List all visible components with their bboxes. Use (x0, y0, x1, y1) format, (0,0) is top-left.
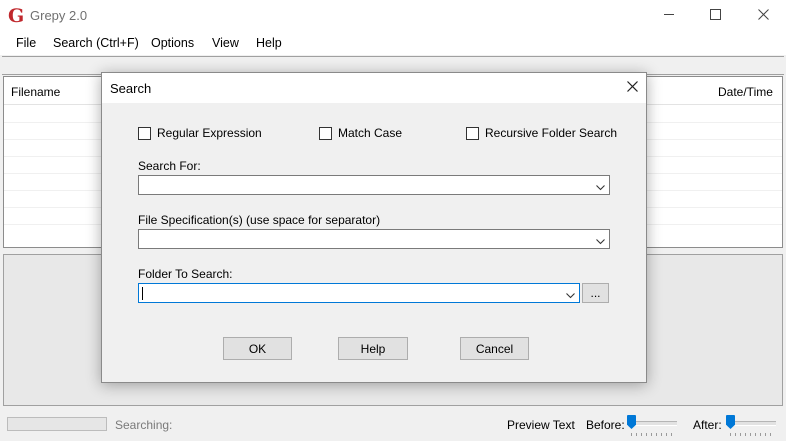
slider-thumb[interactable] (726, 415, 735, 429)
menu-view[interactable]: View (212, 31, 239, 55)
search-for-combo[interactable] (138, 175, 610, 195)
recursive-checkbox[interactable] (466, 126, 479, 140)
after-slider[interactable] (726, 415, 776, 436)
chevron-down-icon[interactable] (596, 235, 605, 245)
preview-text-label: Preview Text (507, 418, 575, 432)
match-case-checkbox[interactable] (319, 126, 332, 140)
file-spec-combo[interactable] (138, 229, 610, 249)
slider-ticks (730, 433, 774, 436)
menu-help[interactable]: Help (256, 31, 282, 55)
menu-search[interactable]: Search (Ctrl+F) (53, 31, 139, 55)
search-for-label: Search For: (138, 159, 201, 173)
folder-combo[interactable] (138, 283, 580, 303)
menu-file[interactable]: File (16, 31, 36, 55)
chevron-down-icon[interactable] (566, 289, 575, 299)
match-case-label: Match Case (338, 126, 403, 140)
dialog-title-bar: Search (102, 73, 646, 103)
regex-label: Regular Expression (157, 126, 262, 140)
dialog-title: Search (110, 81, 152, 96)
maximize-button[interactable] (692, 0, 738, 31)
search-for-input[interactable] (141, 177, 585, 193)
recursive-option[interactable]: Recursive Folder Search (466, 125, 617, 141)
search-progress-bar (7, 417, 107, 431)
searching-label: Searching: (115, 418, 173, 432)
column-header-datetime[interactable]: Date/Time (718, 85, 773, 99)
minimize-button[interactable] (646, 0, 692, 31)
folder-label: Folder To Search: (138, 267, 233, 281)
recursive-label: Recursive Folder Search (485, 126, 618, 140)
file-spec-input[interactable] (141, 231, 585, 247)
dialog-close-button[interactable] (618, 73, 646, 103)
chevron-down-icon[interactable] (596, 181, 605, 191)
minimize-icon (663, 9, 675, 23)
match-case-option[interactable]: Match Case (319, 125, 402, 141)
cancel-button[interactable]: Cancel (460, 337, 529, 360)
menu-options[interactable]: Options (151, 31, 194, 55)
close-icon (626, 81, 638, 95)
file-spec-label: File Specification(s) (use space for sep… (138, 213, 381, 227)
app-icon: G (8, 5, 25, 27)
close-icon (757, 8, 769, 23)
help-button[interactable]: Help (338, 337, 408, 360)
folder-input[interactable] (141, 285, 555, 301)
status-bar: Searching: Preview Text Before: After: (0, 408, 786, 441)
before-slider[interactable] (627, 415, 677, 436)
slider-ticks (631, 433, 675, 436)
before-label: Before: (586, 418, 625, 432)
regex-checkbox[interactable] (138, 126, 151, 140)
column-header-filename[interactable]: Filename (11, 85, 60, 99)
maximize-icon (709, 8, 721, 23)
regex-option[interactable]: Regular Expression (138, 125, 262, 141)
window-close-button[interactable] (740, 0, 786, 31)
window-title: Grepy 2.0 (30, 8, 88, 23)
browse-folder-button[interactable]: ... (582, 283, 609, 303)
ok-button[interactable]: OK (223, 337, 292, 360)
menu-bar: File Search (Ctrl+F) Options View Help (0, 31, 786, 55)
slider-thumb[interactable] (627, 415, 636, 429)
title-bar: G Grepy 2.0 (0, 0, 786, 31)
after-label: After: (693, 418, 722, 432)
search-dialog: Search Regular Expression Match Case Rec… (101, 72, 647, 383)
